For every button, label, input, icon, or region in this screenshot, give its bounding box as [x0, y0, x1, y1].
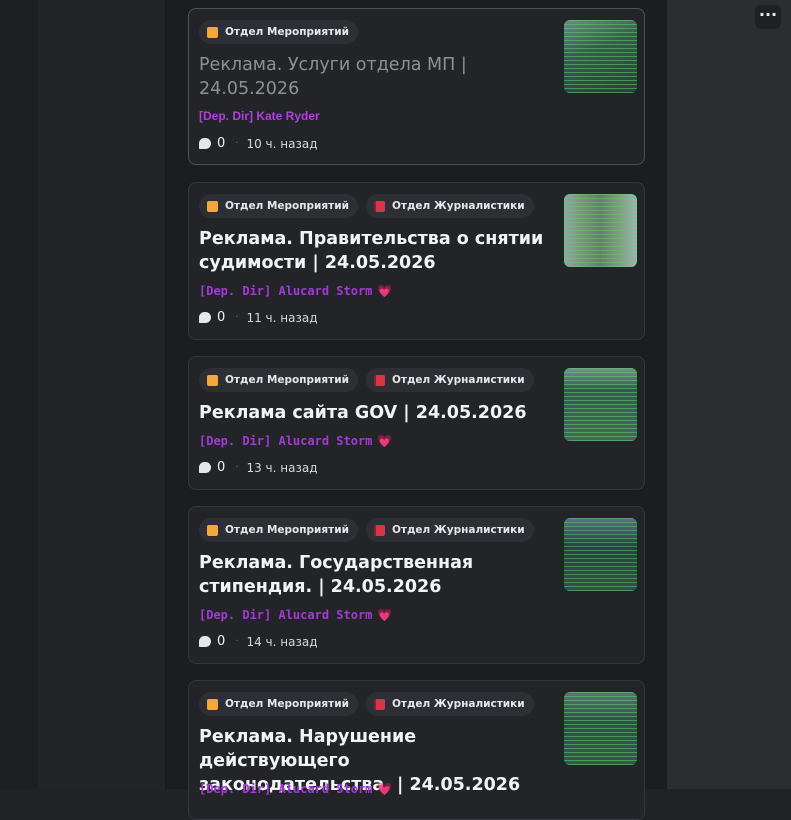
- post-time: 11 ч. назад: [246, 310, 318, 325]
- heart-icon: 💗: [377, 608, 393, 622]
- post-title[interactable]: Реклама. Государственная стипендия. | 24…: [199, 551, 544, 599]
- tag-events: Отдел Мероприятий: [199, 518, 358, 542]
- red-book-icon: [373, 524, 385, 536]
- comment-count: 0: [217, 310, 226, 325]
- tag-events: Отдел Мероприятий: [199, 368, 358, 392]
- comment-count: 0: [217, 460, 226, 475]
- post-thumbnail[interactable]: [564, 194, 637, 267]
- comment-icon: [199, 138, 211, 149]
- post-meta: 0 · 14 ч. назад: [199, 634, 318, 649]
- orange-square-icon: [207, 524, 218, 536]
- separator-dot: ·: [235, 138, 239, 149]
- tag-journalism: Отдел Журналистики: [365, 368, 534, 392]
- comment-icon: [199, 312, 211, 323]
- left-sidebar: [38, 0, 165, 789]
- heart-icon: 💗: [377, 284, 393, 298]
- comment-icon: [199, 462, 211, 473]
- separator-dot: ·: [235, 462, 239, 473]
- heart-icon: 💗: [377, 434, 393, 448]
- post-tags: Отдел Мероприятий Отдел Журналистики: [199, 692, 534, 716]
- post-time: 13 ч. назад: [246, 460, 318, 475]
- comment-icon: [199, 636, 211, 647]
- post-author[interactable]: [Dep. Dir] Alucard Storm 💗: [199, 434, 392, 448]
- tag-journalism: Отдел Журналистики: [365, 194, 534, 218]
- post-tags: Отдел Мероприятий Отдел Журналистики: [199, 518, 534, 542]
- post-time: 14 ч. назад: [246, 634, 318, 649]
- post-title[interactable]: Реклама сайта GOV | 24.05.2026: [199, 401, 544, 425]
- tag-events: Отдел Мероприятий: [199, 194, 358, 218]
- post-thumbnail[interactable]: [564, 20, 637, 93]
- tag-events: Отдел Мероприятий: [199, 692, 358, 716]
- right-panel: [667, 0, 791, 789]
- red-book-icon: [373, 200, 385, 212]
- post-author[interactable]: [Dep. Dir] Alucard Storm 💗: [199, 608, 392, 622]
- post-meta: 0 · 13 ч. назад: [199, 460, 318, 475]
- post-title[interactable]: Реклама. Услуги отдела МП | 24.05.2026: [199, 53, 544, 101]
- heart-icon: 💗: [377, 782, 393, 796]
- orange-square-icon: [207, 26, 218, 38]
- tag-events: Отдел Мероприятий: [199, 20, 358, 44]
- tag-journalism: Отдел Журналистики: [365, 692, 534, 716]
- post-thumbnail[interactable]: [564, 368, 637, 441]
- post-tags: Отдел Мероприятий Отдел Журналистики: [199, 368, 534, 392]
- comment-count: 0: [217, 634, 226, 649]
- post-author[interactable]: [Dep. Dir] Alucard Storm 💗: [199, 284, 392, 298]
- comment-count: 0: [217, 136, 226, 151]
- orange-square-icon: [207, 374, 218, 386]
- left-gutter: [0, 0, 38, 789]
- forum-post[interactable]: Отдел Мероприятий Реклама. Услуги отдела…: [188, 8, 645, 165]
- forum-post[interactable]: Отдел Мероприятий Отдел Журналистики Рек…: [188, 182, 645, 340]
- post-meta: 0 · 11 ч. назад: [199, 310, 318, 325]
- separator-dot: ·: [235, 636, 239, 647]
- red-book-icon: [373, 374, 385, 386]
- tag-journalism: Отдел Журналистики: [365, 518, 534, 542]
- forum-post[interactable]: Отдел Мероприятий Отдел Журналистики Рек…: [188, 680, 645, 820]
- post-tags: Отдел Мероприятий: [199, 20, 358, 44]
- post-time: 10 ч. назад: [246, 136, 318, 151]
- forum-post[interactable]: Отдел Мероприятий Отдел Журналистики Рек…: [188, 506, 645, 664]
- post-thumbnail[interactable]: [564, 692, 637, 765]
- post-thumbnail[interactable]: [564, 518, 637, 591]
- separator-dot: ·: [235, 312, 239, 323]
- post-title[interactable]: Реклама. Правительства о снятии судимост…: [199, 227, 544, 275]
- orange-square-icon: [207, 200, 218, 212]
- post-author[interactable]: [Dep. Dir] Alucard Storm 💗: [199, 782, 392, 796]
- more-options-button[interactable]: ···: [755, 5, 781, 29]
- orange-square-icon: [207, 698, 218, 710]
- red-book-icon: [373, 698, 385, 710]
- post-author[interactable]: [Dep. Dir] Kate Ryder: [199, 109, 320, 123]
- forum-post[interactable]: Отдел Мероприятий Отдел Журналистики Рек…: [188, 356, 645, 490]
- post-meta: 0 · 10 ч. назад: [199, 136, 318, 151]
- post-tags: Отдел Мероприятий Отдел Журналистики: [199, 194, 534, 218]
